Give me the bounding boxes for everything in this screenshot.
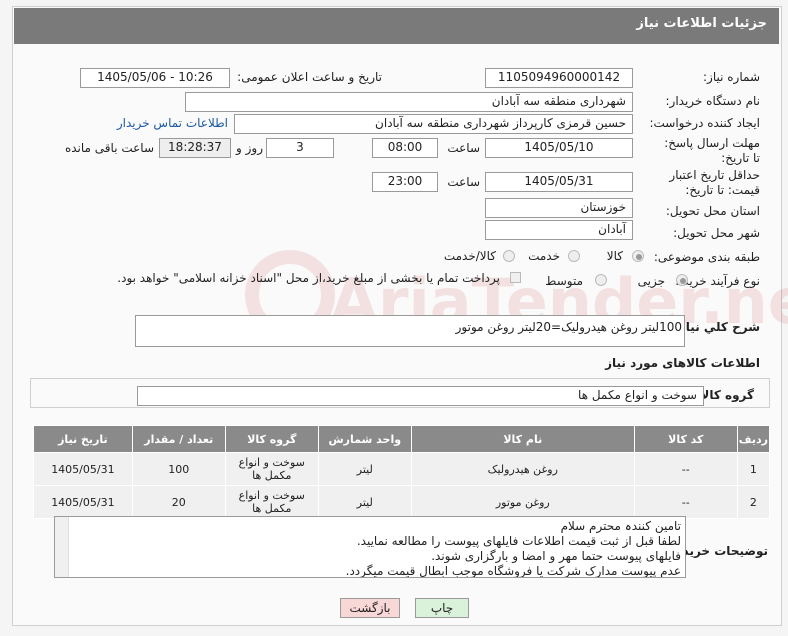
buyer-label: نام دستگاه خریدار: xyxy=(665,94,761,108)
page-title: جزئیات اطلاعات نیاز xyxy=(14,8,779,44)
validity-time-field: 23:00 xyxy=(372,172,438,192)
category-both-radio[interactable] xyxy=(503,250,515,262)
description-text: 100لیتر روغن هیدرولیک=20لیتر روغن موتور xyxy=(455,320,682,334)
buyer-field: شهرداری منطقه سه آبادان xyxy=(185,92,633,112)
province-field: خوزستان xyxy=(485,198,633,218)
category-label: طبقه بندی موضوعی: xyxy=(653,250,760,264)
days-remaining-field: 3 xyxy=(266,138,334,158)
description-label: شرح کلي نياز: xyxy=(674,320,760,334)
validity-date-field: 1405/05/31 xyxy=(485,172,633,192)
notes-line: تامین کنندہ محترم سلام xyxy=(560,519,681,533)
creator-label: ایجاد کننده درخواست: xyxy=(649,116,760,130)
notes-line: فایلهای پیوست حتما مهر و امضا و بارگزاری… xyxy=(431,549,681,563)
category-goods-label: کالا xyxy=(606,249,623,263)
process-medium-label: متوسط xyxy=(545,274,583,288)
creator-field: حسین قرمزی کارپرداز شهرداری منطقه سه آبا… xyxy=(234,114,633,134)
cell-code: -- xyxy=(633,485,738,519)
deadline-date-field: 1405/05/10 xyxy=(485,138,633,158)
treasury-payment-note: پرداخت تمام یا بخشی از مبلغ خرید،از محل … xyxy=(117,271,500,285)
cell-row: 1 xyxy=(736,452,771,486)
cell-unit: لیتر xyxy=(317,485,412,519)
col-code: کد کالا xyxy=(633,425,738,453)
table-row: 2 -- روغن موتور لیتر سوخت و انواع مکمل ه… xyxy=(33,485,771,519)
cell-qty: 20 xyxy=(131,485,226,519)
remaining-time-label: ساعت باقی مانده xyxy=(64,141,154,155)
cell-name: روغن هیدرولیک xyxy=(410,452,635,486)
cell-row: 2 xyxy=(736,485,771,519)
city-field: آبادان xyxy=(485,220,633,240)
cell-group: سوخت و انواع مکمل ها xyxy=(224,485,319,519)
col-date: تاریخ نیاز xyxy=(33,425,133,453)
col-row: ردیف xyxy=(736,425,771,453)
category-both-label: کالا/خدمت xyxy=(443,249,496,263)
table-row: 1 -- روغن هیدرولیک لیتر سوخت و انواع مکم… xyxy=(33,452,771,486)
print-button[interactable]: چاپ xyxy=(415,598,469,618)
col-group: گروه کالا xyxy=(224,425,319,453)
cell-group: سوخت و انواع مکمل ها xyxy=(224,452,319,486)
remaining-time-field: 18:28:37 xyxy=(159,138,231,158)
need-number-label: شماره نیاز: xyxy=(703,70,760,84)
validity-label: حداقل تاریخ اعتبار قیمت: تا تاریخ: xyxy=(669,168,760,197)
category-service-radio[interactable] xyxy=(568,250,580,262)
deadline-time-label: ساعت xyxy=(447,141,480,155)
treasury-payment-checkbox[interactable] xyxy=(510,272,521,283)
cell-unit: لیتر xyxy=(317,452,412,486)
announce-label: تاریخ و ساعت اعلان عمومی: xyxy=(237,70,382,84)
cell-date: 1405/05/31 xyxy=(33,452,133,486)
goods-table: ردیف کد کالا نام کالا واحد شمارش گروه کا… xyxy=(33,425,771,519)
category-goods-radio[interactable] xyxy=(632,250,644,262)
deadline-label: مهلت ارسال پاسخ: تا تاریخ: xyxy=(664,136,760,165)
goods-table-header: ردیف کد کالا نام کالا واحد شمارش گروه کا… xyxy=(33,425,771,453)
process-medium-radio[interactable] xyxy=(595,274,607,286)
validity-time-label: ساعت xyxy=(447,175,480,189)
days-label: روز و xyxy=(236,141,263,155)
category-service-label: خدمت xyxy=(528,249,560,263)
city-label: شهر محل تحویل: xyxy=(673,226,760,240)
goods-group-label: گروه کالا: xyxy=(695,388,754,402)
notes-scrollbar[interactable] xyxy=(55,517,69,577)
contact-info-link[interactable]: اطلاعات تماس خریدار xyxy=(117,116,228,130)
back-button[interactable]: بازگشت xyxy=(340,598,400,618)
need-number-field: 1105094960000142 xyxy=(485,68,633,88)
col-name: نام کالا xyxy=(410,425,635,453)
cell-code: -- xyxy=(633,452,738,486)
goods-group-field: سوخت و انواع مکمل ها xyxy=(137,386,704,406)
cell-qty: 100 xyxy=(131,452,226,486)
col-unit: واحد شمارش xyxy=(317,425,412,453)
announce-field: 1405/05/06 - 10:26 xyxy=(80,68,230,88)
process-partial-radio[interactable] xyxy=(676,274,688,286)
deadline-time-field: 08:00 xyxy=(372,138,438,158)
cell-date: 1405/05/31 xyxy=(33,485,133,519)
notes-line: لطفا قبل از ثبت قیمت اطلاعات فایلهای پیو… xyxy=(356,534,681,548)
buyer-notes-field[interactable]: تامین کنندہ محترم سلام لطفا قبل از ثبت ق… xyxy=(54,516,686,578)
cell-name: روغن موتور xyxy=(410,485,635,519)
goods-section-title: اطلاعات کالاهای مورد نیاز xyxy=(605,356,760,370)
col-qty: تعداد / مقدار xyxy=(131,425,226,453)
province-label: استان محل تحویل: xyxy=(665,204,760,218)
notes-line: عدم پیوست مدارک شرکت یا فروشگاه موجب ابط… xyxy=(345,564,681,578)
process-partial-label: جزیی xyxy=(637,274,665,288)
